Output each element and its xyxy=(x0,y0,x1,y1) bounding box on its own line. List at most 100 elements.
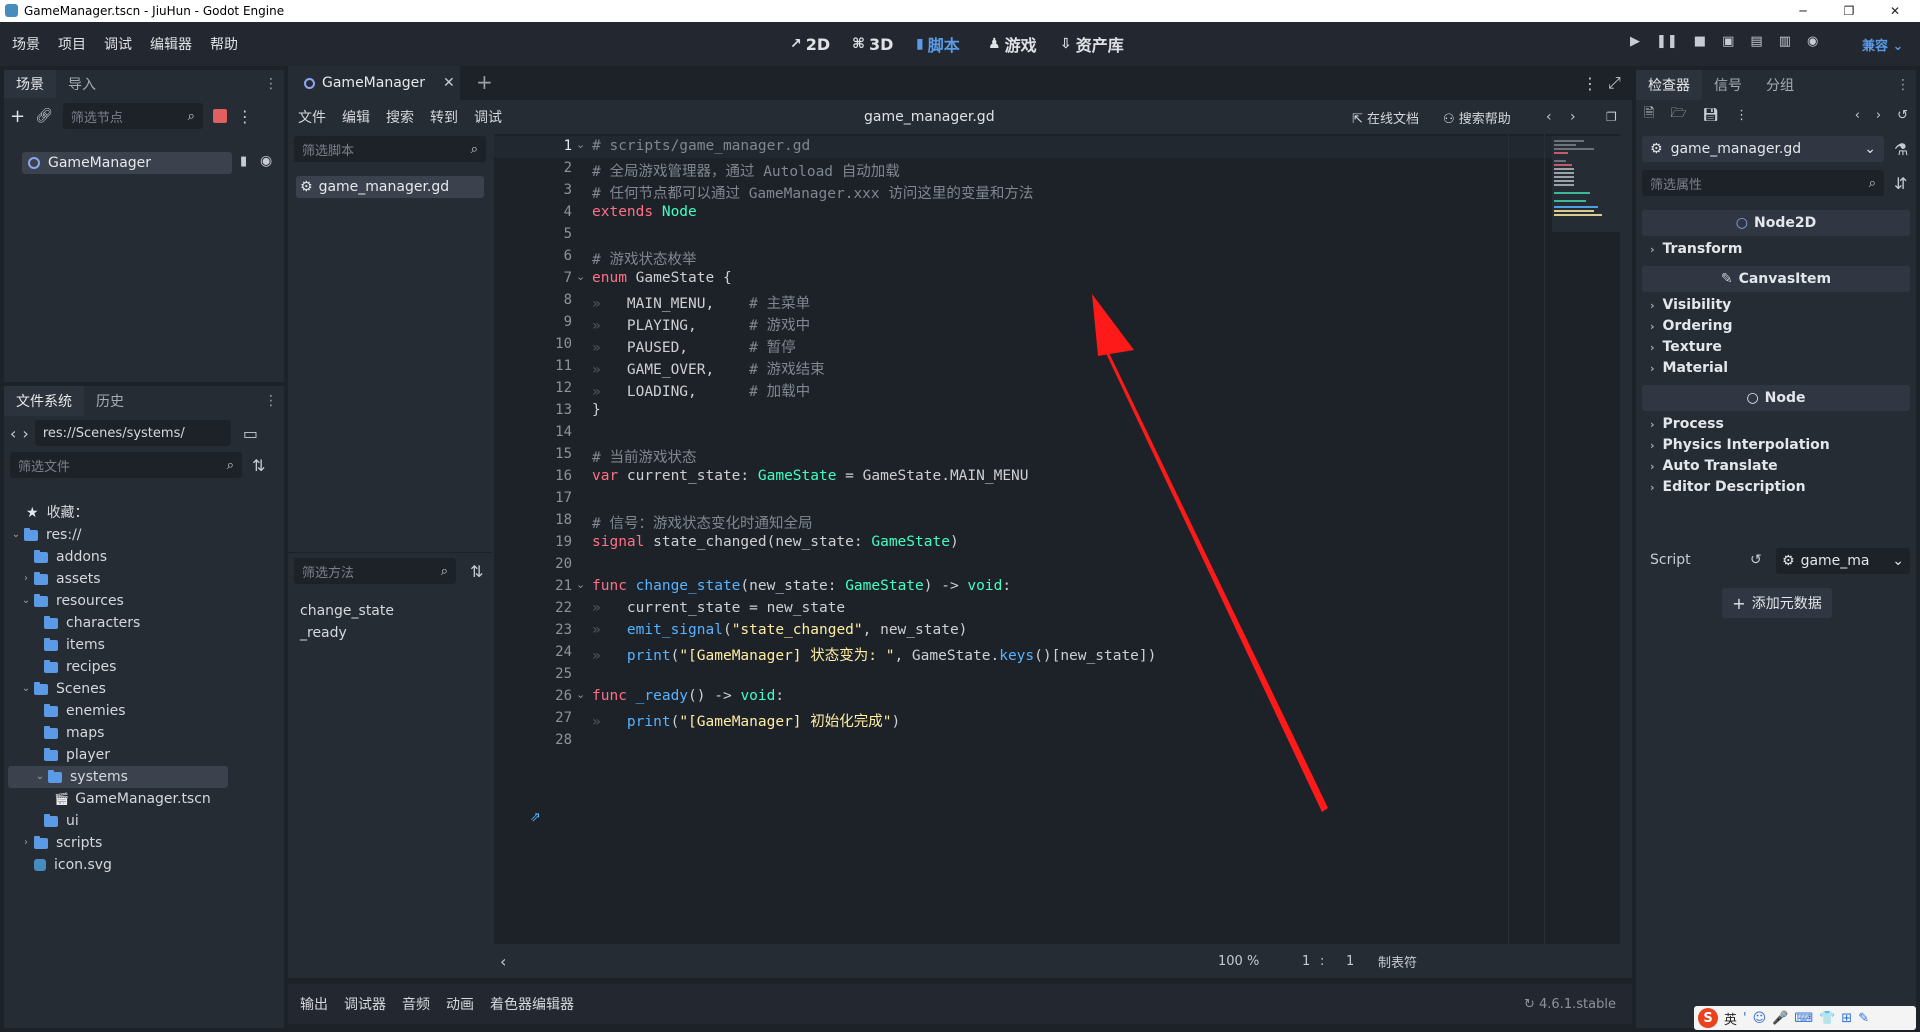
menu-help[interactable]: 帮助 xyxy=(210,34,238,54)
prop-editor-description[interactable]: › Editor Description xyxy=(1642,476,1910,498)
chevron-down-icon[interactable]: ⌄ xyxy=(10,524,22,546)
ime-lang[interactable]: 英 xyxy=(1724,1009,1737,1028)
section-canvasitem[interactable]: ✎ CanvasItem xyxy=(1642,266,1910,292)
dock-menu-icon[interactable]: ⋮ xyxy=(264,76,278,92)
file-tree-item[interactable]: player xyxy=(4,744,284,766)
next-script-icon[interactable]: › xyxy=(1570,109,1576,125)
link-icon[interactable]: 🔗︎ xyxy=(35,108,53,124)
chevron-right-icon[interactable]: › xyxy=(20,568,32,590)
path-field[interactable]: res://Scenes/systems/ xyxy=(34,420,231,446)
script-menu-search[interactable]: 搜索 xyxy=(386,107,414,127)
save-icon[interactable]: 💾︎ xyxy=(1703,108,1720,123)
menu-debug[interactable]: 调试 xyxy=(104,34,132,54)
sort-icon[interactable]: ⇅ xyxy=(252,456,265,475)
file-tree-item[interactable]: characters xyxy=(4,612,284,634)
sort-methods-icon[interactable]: ⇅ xyxy=(470,562,483,581)
close-tab-icon[interactable]: ✕ xyxy=(443,75,455,91)
menu-project[interactable]: 项目 xyxy=(58,34,86,54)
play-icon[interactable]: ▶ xyxy=(1630,34,1640,49)
resource-selector[interactable]: ⚙ game_manager.gd ⌄ xyxy=(1642,136,1884,162)
script-property-value[interactable]: ⚙ game_ma ⌄ xyxy=(1776,548,1910,574)
filter-properties-input[interactable]: 筛选属性 ⌕ xyxy=(1642,170,1884,196)
file-tree-item[interactable]: icon.svg xyxy=(4,854,284,876)
tab-inspector[interactable]: 检查器 xyxy=(1636,70,1702,100)
ime-toolbox-icon[interactable]: ⊞ xyxy=(1841,1011,1852,1026)
prop-material[interactable]: › Material xyxy=(1642,357,1910,379)
file-tree-item[interactable]: ⌄ resources xyxy=(4,590,284,612)
add-metadata-button[interactable]: + 添加元数据 xyxy=(1722,588,1832,618)
ime-voice-icon[interactable]: 🎤 xyxy=(1772,1011,1788,1026)
section-node[interactable]: ○ Node xyxy=(1642,385,1910,411)
extra-menu-icon[interactable]: ⋮ xyxy=(1735,108,1748,123)
script-menu-file[interactable]: 文件 xyxy=(298,107,326,127)
ime-skin-icon[interactable]: 👕 xyxy=(1819,1011,1835,1026)
filter-scripts-input[interactable]: 筛选脚本 ⌕ xyxy=(294,136,486,162)
chevron-down-icon[interactable]: ⌄ xyxy=(20,678,32,700)
tab-gamemanager[interactable]: GameManager ✕ xyxy=(288,66,460,100)
section-node2d[interactable]: ○ Node2D xyxy=(1642,210,1910,236)
play-custom-icon[interactable]: ▥ xyxy=(1779,34,1791,49)
filter-nodes-input[interactable]: 筛选节点 ⌕ xyxy=(62,103,203,129)
script-menu-debug[interactable]: 调试 xyxy=(474,107,502,127)
open-folder-icon[interactable]: 🗁 xyxy=(1670,104,1686,126)
scene-tree-root[interactable]: GameManager xyxy=(22,152,232,174)
remote-debug-icon[interactable]: ▣ xyxy=(1722,34,1734,49)
menu-scene[interactable]: 场景 xyxy=(12,34,40,54)
filter-files-input[interactable]: 筛选文件 ⌕ xyxy=(10,452,242,478)
minimize-button[interactable]: ─ xyxy=(1780,0,1826,22)
script-icon[interactable]: ▮ xyxy=(240,154,247,169)
workspace-3d-button[interactable]: ⌘ 3D xyxy=(852,22,893,66)
tab-import[interactable]: 导入 xyxy=(56,70,108,98)
prop-physics-interpolation[interactable]: › Physics Interpolation xyxy=(1642,434,1910,456)
dock-menu-icon[interactable]: ⋮ xyxy=(264,393,278,409)
ime-settings-icon[interactable]: ✎ xyxy=(1858,1011,1869,1026)
split-view-icon[interactable]: ▭ xyxy=(243,424,258,443)
prop-auto-translate[interactable]: › Auto Translate xyxy=(1642,455,1910,477)
workspace-game-button[interactable]: ♟ 游戏 xyxy=(988,22,1037,66)
workspace-script-button[interactable]: ▮ 脚本 xyxy=(916,22,960,66)
history-back-icon[interactable]: ‹ xyxy=(1855,108,1860,123)
file-tree-item[interactable]: ui xyxy=(4,810,284,832)
file-tree-item[interactable]: ⌄ res:// xyxy=(4,524,284,546)
history-icon[interactable]: ↺ xyxy=(1897,108,1908,123)
history-forward-icon[interactable]: › xyxy=(1876,108,1881,123)
toggle-panel-icon[interactable]: ❐ xyxy=(1606,110,1617,124)
close-button[interactable]: ✕ xyxy=(1872,0,1918,22)
movie-icon[interactable]: ◉ xyxy=(1807,34,1818,49)
method-item[interactable]: _ready xyxy=(300,622,394,644)
online-docs-button[interactable]: ⇱ 在线文档 xyxy=(1352,108,1419,127)
tab-debugger[interactable]: 调试器 xyxy=(344,994,386,1014)
filter-methods-input[interactable]: 筛选方法 ⌕ xyxy=(294,558,456,584)
prop-transform[interactable]: › Transform xyxy=(1642,238,1910,260)
editor-menu-icon[interactable]: ⋮ xyxy=(1582,74,1598,93)
script-menu-edit[interactable]: 编辑 xyxy=(342,107,370,127)
workspace-2d-button[interactable]: ↗ 2D xyxy=(790,22,830,66)
scene-menu-icon[interactable]: ⋮ xyxy=(237,107,253,126)
new-resource-icon[interactable]: 🗎 xyxy=(1644,104,1654,126)
search-help-button[interactable]: ⚇ 搜索帮助 xyxy=(1443,108,1511,127)
tab-output[interactable]: 输出 xyxy=(300,994,328,1014)
file-tree-item[interactable]: 🎬︎ GameManager.tscn xyxy=(4,788,284,810)
pause-icon[interactable]: ❚❚ xyxy=(1656,34,1678,49)
tab-signals[interactable]: 信号 xyxy=(1702,70,1754,100)
file-tree-item[interactable]: maps xyxy=(4,722,284,744)
zoom-level[interactable]: 100 % xyxy=(1218,954,1259,969)
tab-history[interactable]: 历史 xyxy=(84,386,136,416)
file-tree-item[interactable]: › scripts xyxy=(4,832,284,854)
revert-icon[interactable]: ↺ xyxy=(1750,552,1762,568)
dock-menu-icon[interactable]: ⋮ xyxy=(1896,77,1910,93)
tab-scene[interactable]: 场景 xyxy=(4,70,56,98)
renderer-select[interactable]: 兼容 ⌄ xyxy=(1862,35,1903,54)
menu-editor[interactable]: 编辑器 xyxy=(150,34,192,54)
script-list-item[interactable]: ⚙ game_manager.gd xyxy=(296,176,484,198)
file-tree-item[interactable]: enemies xyxy=(4,700,284,722)
method-item[interactable]: change_state xyxy=(300,600,394,622)
object-properties-icon[interactable]: ⚗ xyxy=(1894,140,1908,159)
chevron-down-icon[interactable]: ⌄ xyxy=(34,766,46,788)
prev-script-icon[interactable]: ‹ xyxy=(1546,109,1552,125)
workspace-assetlib-button[interactable]: ⇩ 资产库 xyxy=(1060,22,1124,66)
script-attach-icon[interactable] xyxy=(212,109,227,123)
prop-visibility[interactable]: › Visibility xyxy=(1642,294,1910,316)
visibility-icon[interactable]: ◉ xyxy=(260,153,272,169)
property-options-icon[interactable]: ⇵ xyxy=(1894,174,1907,193)
